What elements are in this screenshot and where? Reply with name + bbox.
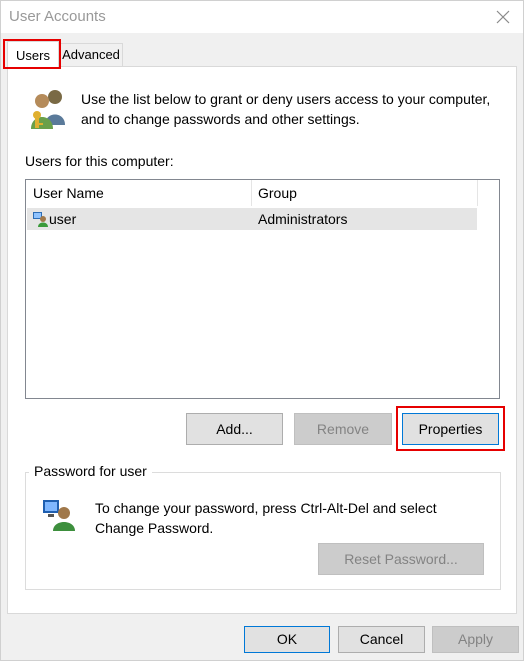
users-icon bbox=[25, 85, 73, 133]
user-icon bbox=[32, 210, 48, 228]
password-instructions: To change your password, press Ctrl-Alt-… bbox=[95, 500, 437, 536]
cancel-button[interactable]: Cancel bbox=[338, 626, 425, 653]
row-user-name: user bbox=[49, 211, 77, 227]
table-row[interactable]: user Administrators bbox=[27, 208, 477, 230]
column-header-user-name[interactable]: User Name bbox=[26, 180, 252, 206]
user-accounts-window: User Accounts Users Advanced Use the lis… bbox=[0, 0, 524, 661]
intro-text: Use the list below to grant or deny user… bbox=[81, 91, 491, 127]
reset-password-button[interactable]: Reset Password... bbox=[318, 543, 484, 575]
password-group-title: Password for user bbox=[29, 463, 152, 479]
row-group: Administrators bbox=[258, 211, 348, 227]
column-header-group[interactable]: Group bbox=[252, 180, 478, 206]
ok-button[interactable]: OK bbox=[244, 626, 330, 653]
tab-users[interactable]: Users bbox=[7, 41, 59, 68]
title-bar: User Accounts bbox=[1, 1, 523, 33]
user-password-icon bbox=[41, 497, 75, 531]
tab-users-label: Users bbox=[16, 48, 50, 63]
add-button[interactable]: Add... bbox=[186, 413, 283, 445]
close-icon[interactable] bbox=[491, 5, 515, 29]
users-list[interactable]: User Name Group user Administrators bbox=[25, 179, 500, 399]
apply-button[interactable]: Apply bbox=[432, 626, 519, 653]
users-list-label: Users for this computer: bbox=[25, 153, 174, 169]
tab-advanced-label: Advanced bbox=[62, 47, 120, 62]
properties-button[interactable]: Properties bbox=[402, 413, 499, 445]
window-title: User Accounts bbox=[9, 8, 106, 25]
tab-advanced[interactable]: Advanced bbox=[59, 43, 123, 66]
remove-button[interactable]: Remove bbox=[294, 413, 392, 445]
